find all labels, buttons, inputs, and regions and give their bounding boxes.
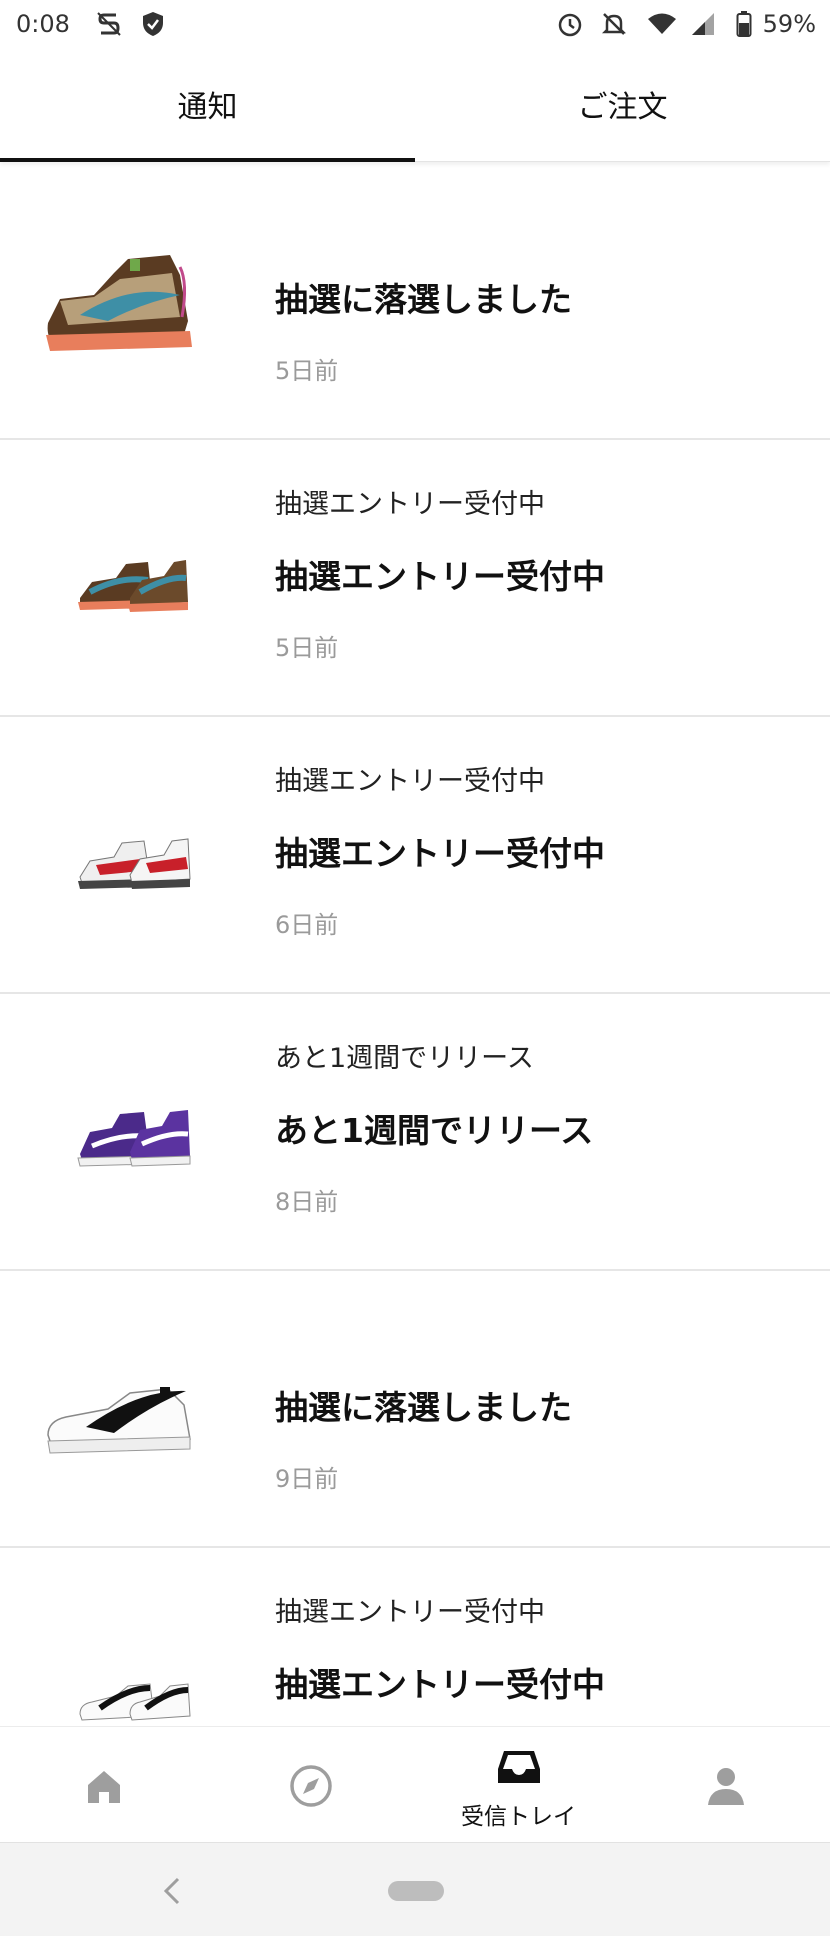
tab-label: 通知 [177,90,238,125]
nav-discover[interactable] [207,1727,414,1843]
profile-icon [707,1768,744,1805]
nav-inbox-label: 受信トレイ [461,1804,576,1830]
notification-title: 抽選に落選しました [275,1388,572,1427]
tab-label: ご注文 [577,90,668,125]
notification-subtitle: 抽選エントリー受付中 [275,1597,545,1628]
shield-icon [140,10,166,42]
battery-percent: 59% [762,10,816,38]
tab-notifications[interactable]: 通知 [0,62,415,162]
compass-icon [289,1765,332,1807]
notification-subtitle: あと1週間でリリース [275,1043,534,1074]
notification-title: あと1週間でリリース [275,1111,594,1150]
notification-title: 抽選エントリー受付中 [275,1665,605,1704]
notification-item[interactable]: 抽選エントリー受付中 抽選エントリー受付中 [0,1548,830,1726]
product-image [30,1072,230,1192]
home-icon [87,1771,120,1803]
notification-time: 8日前 [275,1188,339,1216]
notification-time: 5日前 [275,634,339,662]
notification-item[interactable]: 抽選エントリー受付中 抽選エントリー受付中 5日前 [0,440,830,717]
status-time: 0:08 [16,10,70,38]
notification-list: 抽選に落選しました 5日前 抽選エントリー受付中 抽選エントリー受付中 5日前 [0,163,830,1726]
notification-subtitle: 抽選エントリー受付中 [275,766,545,797]
notification-title: 抽選エントリー受付中 [275,557,605,596]
notification-time: 5日前 [275,357,339,385]
alarm-icon [556,10,584,42]
nav-inbox[interactable]: 受信トレイ [415,1727,622,1843]
back-arrow-icon[interactable] [160,1875,184,1907]
product-image [30,243,230,363]
product-image [30,795,230,915]
notification-time: 6日前 [275,911,339,939]
system-nav-bar [0,1842,830,1936]
active-tab-indicator [0,158,415,162]
product-image [30,1626,230,1726]
notification-item[interactable]: 抽選エントリー受付中 抽選エントリー受付中 6日前 [0,717,830,994]
notification-time: 9日前 [275,1465,339,1493]
bottom-nav: 受信トレイ [0,1726,830,1842]
notification-item[interactable]: 抽選に落選しました 9日前 [0,1271,830,1548]
tab-orders[interactable]: ご注文 [415,62,830,162]
battery-icon [736,10,752,42]
product-image [30,1349,230,1469]
notification-item[interactable]: あと1週間でリリース あと1週間でリリース 8日前 [0,994,830,1271]
inbox-icon [497,1751,540,1783]
home-pill-button[interactable] [388,1881,444,1901]
notification-item[interactable]: 抽選に落選しました 5日前 [0,163,830,440]
signal-icon [688,10,718,42]
tab-bar: 通知 ご注文 [0,62,830,162]
status-bar: 0:08 59% [0,0,830,52]
nav-home[interactable] [0,1727,207,1843]
s-app-icon [96,10,122,42]
wifi-icon [646,10,678,42]
notifications-off-icon [600,10,628,42]
notification-subtitle: 抽選エントリー受付中 [275,489,545,520]
notification-title: 抽選に落選しました [275,280,572,319]
notification-title: 抽選エントリー受付中 [275,834,605,873]
product-image [30,518,230,638]
nav-profile[interactable] [622,1727,829,1843]
